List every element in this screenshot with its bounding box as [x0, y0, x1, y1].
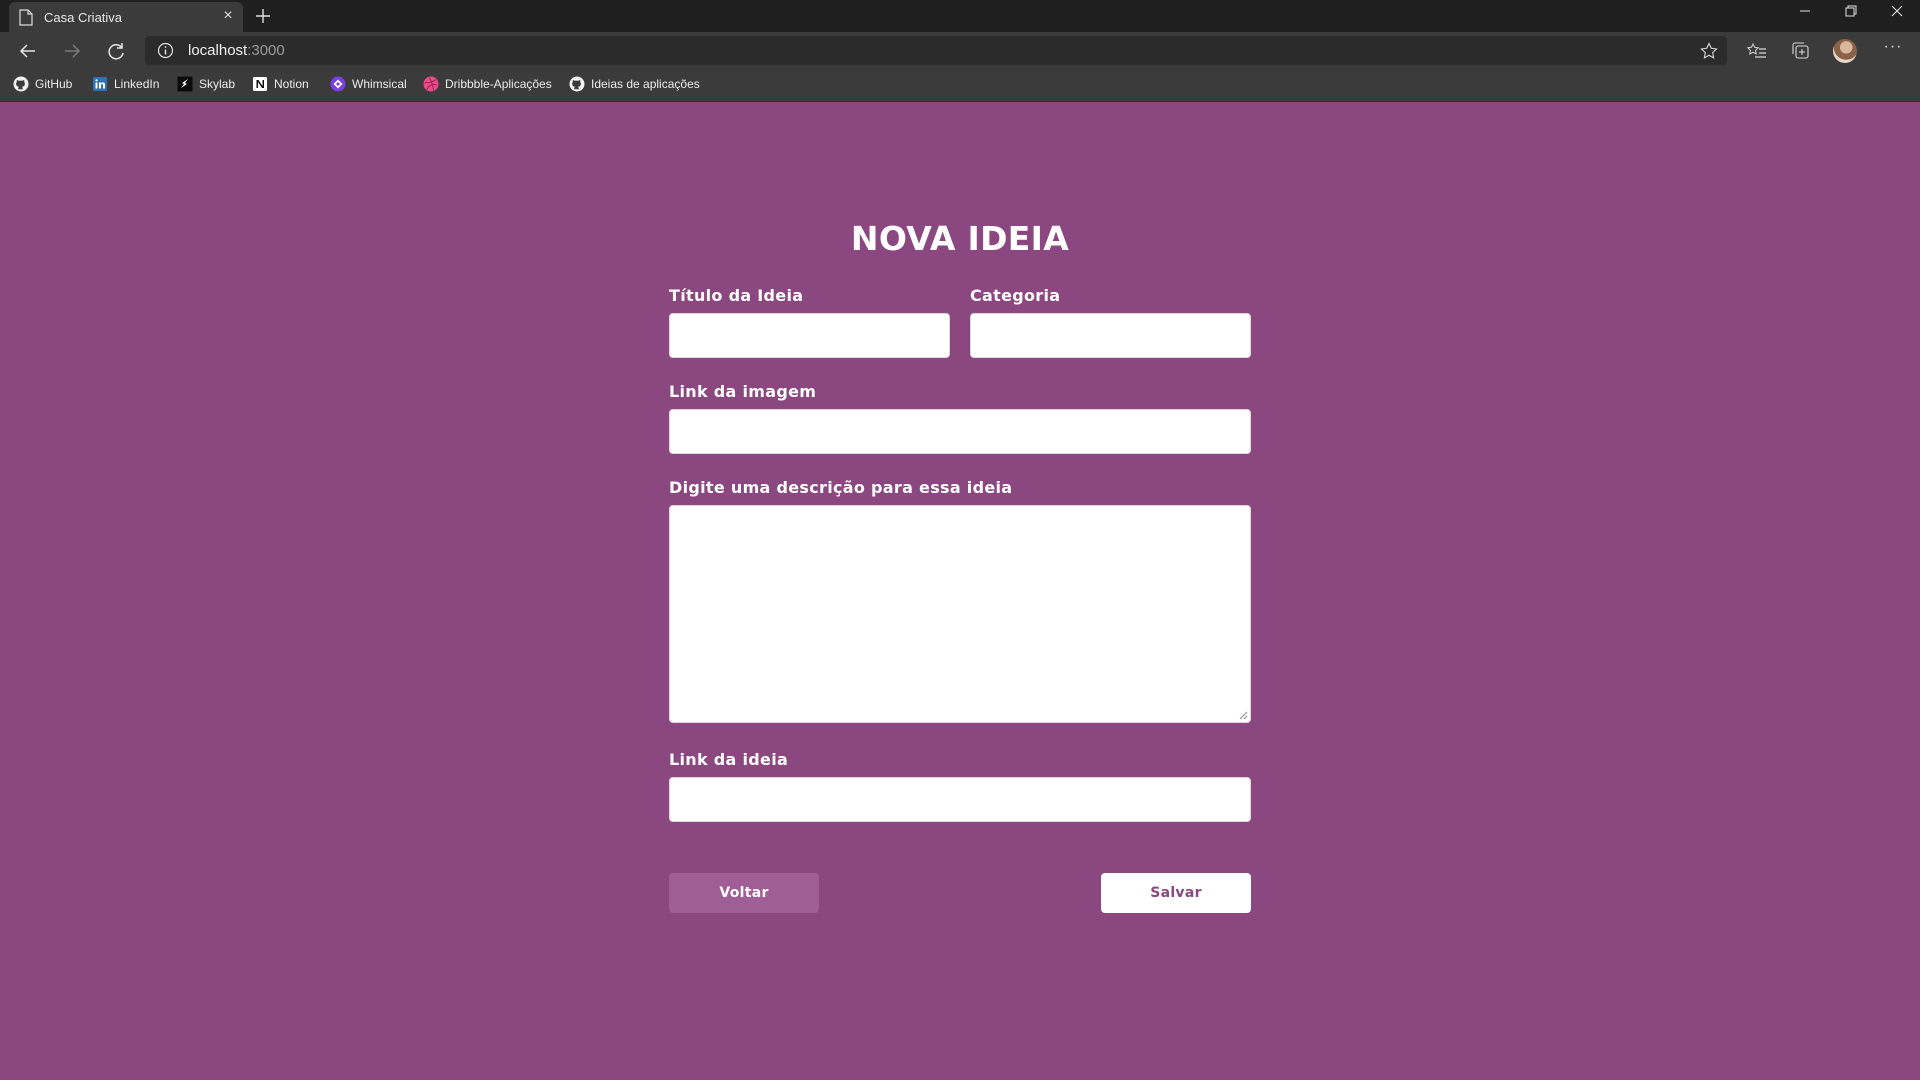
idea-link-field[interactable]: [669, 777, 1251, 822]
notion-icon: [253, 77, 267, 91]
resize-handle-icon[interactable]: [1239, 711, 1248, 720]
description-field[interactable]: [669, 505, 1251, 723]
bookmark-label: Notion: [274, 77, 309, 91]
bookmark-skylab[interactable]: Skylab: [177, 69, 235, 99]
bookmark-notion[interactable]: Notion: [252, 69, 309, 99]
dribbble-icon: [423, 76, 439, 92]
bookmark-label: Skylab: [199, 77, 236, 91]
description-label: Digite uma descrição para essa ideia: [669, 478, 1013, 497]
title-field[interactable]: [669, 313, 950, 358]
restore-icon[interactable]: [1828, 0, 1874, 32]
whimsical-icon: [330, 76, 346, 92]
github-icon: [569, 76, 585, 92]
bookmark-label: Ideias de aplicações: [591, 77, 700, 91]
bookmark-whimsical[interactable]: Whimsical: [330, 69, 407, 99]
description-textarea[interactable]: [670, 506, 1250, 722]
favorite-star-icon[interactable]: [1699, 41, 1719, 61]
close-tab-icon[interactable]: ×: [221, 8, 235, 24]
close-window-icon[interactable]: [1874, 0, 1920, 32]
image-link-input[interactable]: [670, 410, 1250, 453]
page-content: NOVA IDEIA Título da Ideia Categoria Lin…: [0, 102, 1920, 1080]
page-title: NOVA IDEIA: [850, 219, 1070, 258]
linkedin-icon: [93, 77, 107, 91]
image-link-label: Link da imagem: [669, 382, 817, 401]
browser-tab[interactable]: Casa Criativa ×: [9, 2, 243, 32]
collections-icon[interactable]: [1789, 39, 1813, 63]
tab-bar: Casa Criativa ×: [0, 0, 1920, 32]
skylab-icon: [177, 76, 193, 92]
bookmark-linkedin[interactable]: LinkedIn: [92, 69, 159, 99]
title-label: Título da Ideia: [669, 286, 804, 305]
url-text[interactable]: localhost:3000: [188, 42, 285, 59]
title-input[interactable]: [670, 314, 949, 357]
bookmark-github[interactable]: GitHub: [13, 69, 72, 99]
info-icon[interactable]: [157, 42, 174, 59]
image-link-field[interactable]: [669, 409, 1251, 454]
bookmark-ideias[interactable]: Ideias de aplicações: [569, 69, 700, 99]
bookmark-label: Whimsical: [352, 77, 407, 91]
address-bar[interactable]: localhost:3000: [145, 36, 1727, 65]
idea-link-input[interactable]: [670, 778, 1250, 821]
browser-toolbar: localhost:3000: [0, 32, 1920, 69]
bookmark-label: Dribbble-Aplicações: [445, 77, 552, 91]
idea-link-label: Link da ideia: [669, 750, 789, 769]
back-button[interactable]: Voltar: [669, 873, 819, 913]
github-icon: [13, 76, 29, 92]
minimize-icon[interactable]: [1782, 0, 1828, 32]
bookmark-label: LinkedIn: [114, 77, 160, 91]
bookmarks-bar: GitHub LinkedIn Skylab Notion Whimsical: [0, 69, 1920, 102]
favorites-list-icon[interactable]: [1745, 39, 1769, 63]
more-options-icon[interactable]: ···: [1878, 38, 1908, 62]
category-label: Categoria: [970, 286, 1061, 305]
url-host: localhost: [188, 42, 248, 59]
forward-arrow-icon[interactable]: [57, 36, 87, 66]
bookmark-dribbble[interactable]: Dribbble-Aplicações: [423, 69, 552, 99]
category-field[interactable]: [970, 313, 1251, 358]
new-tab-icon[interactable]: [252, 5, 274, 27]
page-icon: [19, 9, 33, 26]
save-button[interactable]: Salvar: [1101, 873, 1251, 913]
profile-avatar[interactable]: [1833, 39, 1857, 63]
category-input[interactable]: [971, 314, 1250, 357]
refresh-icon[interactable]: [101, 36, 131, 66]
tab-title: Casa Criativa: [44, 10, 123, 25]
url-port: :3000: [247, 42, 285, 59]
bookmark-label: GitHub: [35, 77, 73, 91]
back-arrow-icon[interactable]: [13, 36, 43, 66]
